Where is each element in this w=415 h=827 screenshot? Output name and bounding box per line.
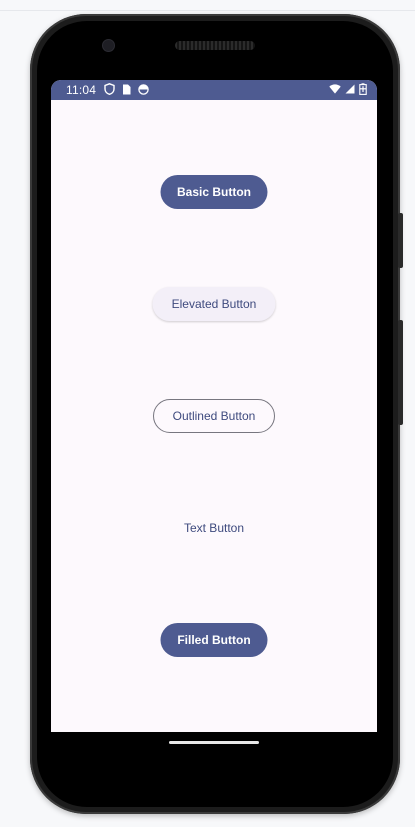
earpiece-speaker — [175, 41, 255, 50]
cell-signal-icon — [345, 84, 355, 94]
shield-icon — [104, 83, 115, 95]
elevated-button[interactable]: Elevated Button — [152, 287, 276, 321]
text-button[interactable]: Text Button — [169, 511, 259, 545]
battery-icon — [359, 83, 367, 95]
sim-card-icon — [122, 84, 131, 95]
filled-button[interactable]: Filled Button — [160, 623, 268, 657]
page: 11:04 Basic Button Elevated Button Outli… — [0, 0, 415, 827]
volume-rocker[interactable] — [398, 320, 403, 425]
device-screen: 11:04 Basic Button Elevated Button Outli… — [51, 80, 377, 732]
basic-button[interactable]: Basic Button — [160, 175, 268, 209]
status-time: 11:04 — [66, 83, 97, 97]
status-notification-icons — [104, 83, 149, 95]
outlined-button[interactable]: Outlined Button — [153, 399, 275, 433]
status-bar: 11:04 — [51, 80, 377, 100]
circle-half-icon — [138, 83, 149, 95]
wifi-icon — [329, 84, 341, 94]
top-divider — [0, 10, 415, 11]
front-camera — [103, 40, 114, 51]
power-button[interactable] — [398, 213, 403, 268]
navigation-bar — [51, 732, 377, 760]
status-system-icons — [329, 83, 367, 95]
home-gesture-handle[interactable] — [169, 741, 259, 744]
